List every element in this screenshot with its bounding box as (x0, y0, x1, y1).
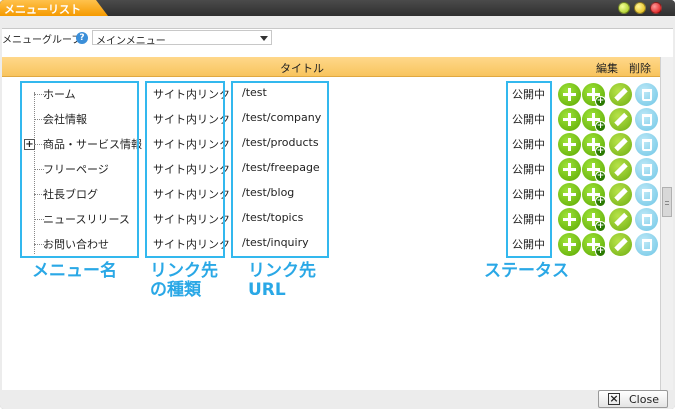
menu-group-selected: メインメニュー (96, 36, 166, 47)
delete-button[interactable] (635, 183, 658, 206)
annotation-menu-name: メニュー名 (32, 261, 117, 281)
delete-button[interactable] (635, 158, 658, 181)
trash-icon (642, 214, 652, 226)
column-delete: 削除 (629, 62, 651, 75)
menu-name-highlight (20, 81, 139, 258)
add-item-button[interactable] (558, 158, 581, 181)
delete-button[interactable] (635, 233, 658, 256)
pencil-icon (614, 187, 628, 202)
sub-plus-icon: + (595, 171, 606, 182)
menu-group-label: メニューグループ (2, 35, 82, 46)
menu-group-select[interactable]: メインメニュー (92, 30, 272, 47)
maximize-button[interactable] (634, 2, 646, 14)
edit-button[interactable] (609, 158, 632, 181)
url-highlight (231, 81, 329, 258)
pencil-icon (614, 162, 628, 177)
add-subitem-button[interactable]: + (582, 133, 606, 157)
help-icon[interactable]: ? (76, 32, 88, 44)
scrollbar-thumb[interactable] (662, 187, 672, 217)
menu-list-window: メニューリスト メニューグループ ? メインメニュー タイトル 編集 削除 ホー… (0, 0, 675, 409)
pencil-icon (614, 87, 628, 102)
status-highlight (506, 81, 552, 258)
pencil-icon (614, 137, 628, 152)
minimize-button[interactable] (618, 2, 630, 14)
title-tab: メニューリスト (0, 0, 108, 16)
edit-button[interactable] (609, 183, 632, 206)
edit-button[interactable] (609, 208, 632, 231)
delete-button[interactable] (635, 83, 658, 106)
close-label: Close (629, 393, 659, 406)
sub-plus-icon: + (595, 246, 606, 257)
title-bar[interactable]: メニューリスト (0, 0, 675, 16)
sub-plus-icon: + (595, 121, 606, 132)
window-close-button[interactable] (650, 2, 662, 14)
sub-plus-icon: + (595, 221, 606, 232)
table-header: タイトル 編集 削除 (2, 57, 660, 77)
column-title: タイトル (280, 62, 324, 75)
delete-button[interactable] (635, 208, 658, 231)
footer-bar: × Close (0, 390, 675, 409)
pencil-icon (614, 237, 628, 252)
edit-button[interactable] (609, 233, 632, 256)
trash-icon (642, 114, 652, 126)
annotation-status: ステータス (484, 261, 569, 281)
plus-icon-v (568, 113, 571, 126)
edit-button[interactable] (609, 83, 632, 106)
add-item-button[interactable] (558, 208, 581, 231)
link-type-highlight (145, 81, 225, 258)
content-panel: メニューグループ ? メインメニュー タイトル 編集 削除 ホーム サイト内リンク… (2, 28, 673, 391)
sub-plus-icon: + (595, 96, 606, 107)
menu-group-bar: メニューグループ ? メインメニュー (2, 29, 673, 47)
window-frame: メニューグループ ? メインメニュー タイトル 編集 削除 ホーム サイト内リンク… (0, 16, 675, 409)
add-subitem-button[interactable]: + (582, 233, 606, 257)
add-item-button[interactable] (558, 183, 581, 206)
plus-icon-v (568, 238, 571, 251)
trash-icon (642, 139, 652, 151)
column-edit: 編集 (596, 62, 618, 75)
annotation-link-type: リンク先 の種類 (150, 261, 218, 300)
plus-icon-v (568, 88, 571, 101)
add-subitem-button[interactable]: + (582, 158, 606, 182)
add-item-button[interactable] (558, 233, 581, 256)
plus-icon-v (568, 163, 571, 176)
add-item-button[interactable] (558, 83, 581, 106)
sub-plus-icon: + (595, 146, 606, 157)
close-button[interactable]: × Close (598, 390, 668, 408)
annotation-url: リンク先 URL (248, 261, 316, 300)
trash-icon (642, 89, 652, 101)
delete-button[interactable] (635, 133, 658, 156)
plus-icon-v (568, 138, 571, 151)
sub-plus-icon: + (595, 196, 606, 207)
add-subitem-button[interactable]: + (582, 83, 606, 107)
add-item-button[interactable] (558, 108, 581, 131)
pencil-icon (614, 112, 628, 127)
pencil-icon (614, 212, 628, 227)
add-subitem-button[interactable]: + (582, 108, 606, 132)
scroll-grip-icon (665, 201, 669, 205)
delete-button[interactable] (635, 108, 658, 131)
add-item-button[interactable] (558, 133, 581, 156)
plus-icon-v (568, 188, 571, 201)
trash-icon (642, 239, 652, 251)
vertical-scrollbar[interactable] (660, 57, 673, 391)
add-subitem-button[interactable]: + (582, 208, 606, 232)
edit-button[interactable] (609, 133, 632, 156)
chevron-down-icon (260, 36, 268, 41)
window-title: メニューリスト (4, 3, 81, 16)
trash-icon (642, 189, 652, 201)
edit-button[interactable] (609, 108, 632, 131)
trash-icon (642, 164, 652, 176)
add-subitem-button[interactable]: + (582, 183, 606, 207)
close-icon: × (608, 392, 620, 405)
plus-icon-v (568, 213, 571, 226)
